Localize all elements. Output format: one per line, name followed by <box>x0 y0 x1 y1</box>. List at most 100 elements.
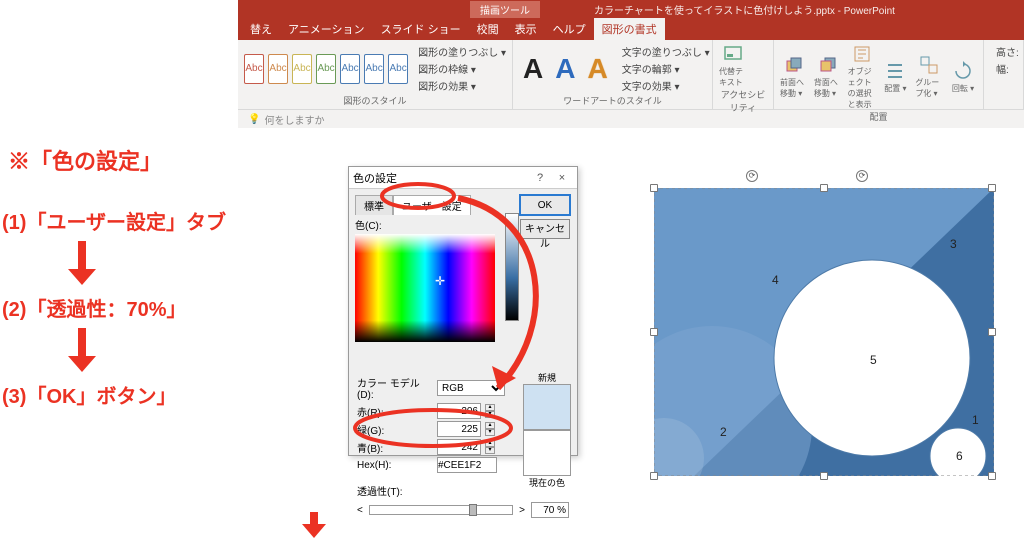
height-label: 高さ: <box>996 44 1017 59</box>
shape-style-preset[interactable]: Abc <box>268 54 288 84</box>
tab-help[interactable]: ヘルプ <box>545 18 594 40</box>
tab-view[interactable]: 表示 <box>507 18 545 40</box>
instruction-heading: ※「色の設定」 <box>0 138 280 182</box>
align-button[interactable]: 配置 ▾ <box>881 61 909 94</box>
group-button[interactable]: グループ化 ▾ <box>915 55 943 99</box>
shape-style-preset[interactable]: Abc <box>364 54 384 84</box>
new-color-swatch <box>523 384 571 430</box>
shape-style-preset[interactable]: Abc <box>388 54 408 84</box>
down-arrow-icon <box>62 241 102 287</box>
shape-style-preset[interactable]: Abc <box>244 54 264 84</box>
spinner-up-icon[interactable]: ▴ <box>485 404 495 411</box>
text-fill-menu[interactable]: 文字の塗りつぶし ▾ <box>622 44 710 59</box>
shape-number: 1 <box>972 413 979 427</box>
resize-handle[interactable] <box>650 472 658 480</box>
dialog-title-bar[interactable]: 色の設定 ? × <box>349 167 577 189</box>
text-outline-menu[interactable]: 文字の輪郭 ▾ <box>622 61 710 76</box>
picker-crosshair-icon: ✛ <box>435 274 445 284</box>
help-button[interactable]: ? <box>529 172 551 184</box>
shape-style-preset[interactable]: Abc <box>292 54 312 84</box>
resize-handle[interactable] <box>650 184 658 192</box>
colors-label: 色(C): <box>355 217 513 232</box>
transparency-input[interactable] <box>531 502 569 518</box>
spinner-down-icon[interactable]: ▾ <box>485 429 495 436</box>
wordart-preset[interactable]: A <box>519 53 547 85</box>
green-input[interactable] <box>437 421 481 437</box>
bring-forward-button[interactable]: 前面へ移動 ▾ <box>780 55 808 99</box>
blue-label: 青(B): <box>357 440 433 455</box>
selection-pane-button[interactable]: オブジェクトの選択と表示 <box>848 44 876 110</box>
color-model-select[interactable]: RGB <box>437 380 505 396</box>
current-color-label: 現在の色 <box>523 476 571 489</box>
shape-outline-menu[interactable]: 図形の枠線 ▾ <box>418 61 506 76</box>
shape-style-preset[interactable]: Abc <box>316 54 336 84</box>
spinner-up-icon[interactable]: ▴ <box>485 440 495 447</box>
wordart-gallery[interactable]: A A A 文字の塗りつぶし ▾ 文字の輪郭 ▾ 文字の効果 ▾ <box>519 44 706 93</box>
ok-button[interactable]: OK <box>520 195 570 215</box>
text-effects-menu[interactable]: 文字の効果 ▾ <box>622 78 710 93</box>
rotate-handle[interactable]: ⟳ <box>856 170 868 182</box>
wordart-preset[interactable]: A <box>551 53 579 85</box>
instruction-step-1: (1)「ユーザー設定」タブ <box>0 200 280 241</box>
resize-handle[interactable] <box>820 472 828 480</box>
red-input[interactable] <box>437 403 481 419</box>
ribbon-tab-strip: 替え アニメーション スライド ショー 校閲 表示 ヘルプ 図形の書式 <box>238 18 1024 40</box>
transparency-increase[interactable]: > <box>519 505 525 516</box>
hex-input[interactable] <box>437 457 497 473</box>
tab-slideshow[interactable]: スライド ショー <box>373 18 469 40</box>
shape-fill-menu[interactable]: 図形の塗りつぶし ▾ <box>418 44 506 59</box>
resize-handle[interactable] <box>820 184 828 192</box>
down-arrow-icon <box>62 328 102 374</box>
group-size: 高さ: 幅: <box>984 40 1024 109</box>
color-model-label: カラー モデル(D): <box>357 375 433 401</box>
send-backward-button[interactable]: 背面へ移動 ▾ <box>814 55 842 99</box>
tab-transitions-partial[interactable]: 替え <box>242 18 280 40</box>
color-preview: 新規 現在の色 <box>523 371 571 489</box>
close-button[interactable]: × <box>551 172 573 184</box>
shape-style-gallery[interactable]: Abc Abc Abc Abc Abc Abc Abc 図形の塗りつぶし ▾ 図… <box>244 44 506 93</box>
resize-handle[interactable] <box>988 328 996 336</box>
rotate-button[interactable]: 回転 ▾ <box>949 61 977 94</box>
new-color-label: 新規 <box>523 371 571 384</box>
group-accessibility: 代替テキスト アクセシビリティ <box>713 40 774 109</box>
alt-text-button[interactable]: 代替テキスト <box>719 44 747 88</box>
group-arrange: 前面へ移動 ▾ 背面へ移動 ▾ オブジェクトの選択と表示 配置 ▾ グループ化 … <box>774 40 984 109</box>
colors-dialog: 色の設定 ? × 標準 ユーザー設定 色(C): ✛ OK キャンセル カラー … <box>348 166 578 456</box>
resize-handle[interactable] <box>988 472 996 480</box>
shape-number: 4 <box>772 273 779 287</box>
transparency-decrease[interactable]: < <box>357 505 363 516</box>
blue-input[interactable] <box>437 439 481 455</box>
resize-handle[interactable] <box>650 328 658 336</box>
tab-standard[interactable]: 標準 <box>355 195 393 215</box>
down-arrow-icon <box>300 512 328 538</box>
ribbon-commands: Abc Abc Abc Abc Abc Abc Abc 図形の塗りつぶし ▾ 図… <box>238 40 1024 110</box>
selected-shapes-group[interactable]: 1 2 3 4 5 6 <box>654 188 994 476</box>
bulb-icon: 💡 <box>248 114 260 125</box>
cancel-button[interactable]: キャンセル <box>520 219 570 239</box>
rotate-handle[interactable]: ⟳ <box>746 170 758 182</box>
color-picker-field[interactable]: ✛ <box>355 234 495 342</box>
group-label: 図形のスタイル <box>244 94 506 109</box>
group-label: 配置 <box>780 110 977 125</box>
slide-canvas[interactable]: ⟳ ⟳ 1 2 3 4 5 6 <box>636 182 1016 494</box>
shape-style-preset[interactable]: Abc <box>340 54 360 84</box>
red-label: 赤(R): <box>357 404 433 419</box>
shape-number: 5 <box>870 353 877 367</box>
wordart-preset[interactable]: A <box>584 53 612 85</box>
spinner-up-icon[interactable]: ▴ <box>485 422 495 429</box>
tab-shape-format[interactable]: 図形の書式 <box>594 18 665 40</box>
spinner-down-icon[interactable]: ▾ <box>485 411 495 418</box>
current-color-swatch <box>523 430 571 476</box>
transparency-slider[interactable] <box>369 505 513 515</box>
group-label: アクセシビリティ <box>719 88 767 116</box>
tab-review[interactable]: 校閲 <box>469 18 507 40</box>
instruction-step-3: (3)「OK」ボタン」 <box>0 374 280 415</box>
tab-animations[interactable]: アニメーション <box>280 18 373 40</box>
shape-number: 3 <box>950 237 957 251</box>
hex-label: Hex(H): <box>357 460 433 471</box>
spinner-down-icon[interactable]: ▾ <box>485 447 495 454</box>
tab-custom[interactable]: ユーザー設定 <box>393 195 471 215</box>
resize-handle[interactable] <box>988 184 996 192</box>
luminance-slider[interactable] <box>505 213 519 321</box>
shape-effects-menu[interactable]: 図形の効果 ▾ <box>418 78 506 93</box>
